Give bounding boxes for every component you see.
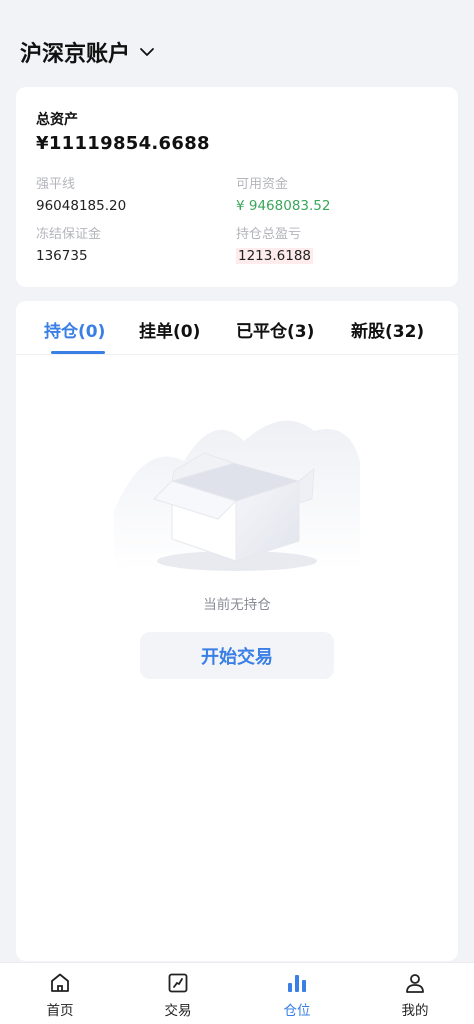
nav-trade-label: 交易 [164,1003,192,1019]
liquidation-value: 96048185.20 [36,198,127,214]
frozen-margin-value: 136735 [36,248,88,264]
active-tab-indicator [51,351,105,354]
available-funds-value: ¥ 9468083.52 [236,198,331,214]
frozen-margin-stat: 冻结保证金 136735 [36,223,101,264]
home-icon [51,973,69,992]
available-funds-label: 可用资金 [236,177,289,192]
nav-positions-label: 仓位 [283,1003,311,1019]
assets-card: 总资产 ¥11119854.6688 强平线 96048185.20 可用资金 … [16,87,458,287]
positions-card: 持仓(0) 挂单(0) 已平仓(3) 新股(32) 当前无持仓 开始交易 [16,301,458,961]
position-pnl-value: 1213.6188 [236,248,314,264]
tab-new-stocks[interactable]: 新股(32) [351,317,424,342]
nav-positions[interactable]: 仓位 [257,971,337,1019]
empty-box-illustration [114,420,360,571]
nav-trade[interactable]: 交易 [138,971,218,1019]
trade-chart-icon [168,973,188,993]
user-icon [406,974,424,993]
account-selector[interactable]: 沪深京账户 [20,36,156,68]
start-trading-button[interactable]: 开始交易 [140,632,334,679]
position-pnl-label: 持仓总盈亏 [236,227,302,242]
nav-mine[interactable]: 我的 [375,971,455,1019]
liquidation-label: 强平线 [36,177,76,192]
bar-chart-icon [288,975,306,992]
nav-home-label: 首页 [46,1003,74,1019]
tab-pending-orders[interactable]: 挂单(0) [139,317,200,342]
total-assets-label: 总资产 [36,112,78,128]
tab-holdings[interactable]: 持仓(0) [44,317,105,342]
nav-mine-label: 我的 [401,1003,429,1019]
nav-home[interactable]: 首页 [20,971,100,1019]
tab-closed-positions[interactable]: 已平仓(3) [236,317,314,342]
bottom-navigation: 首页 交易 仓位 我的 [0,962,474,1024]
positions-tabs: 持仓(0) 挂单(0) 已平仓(3) 新股(32) [16,301,458,355]
account-title: 沪深京账户 [20,42,131,67]
total-assets-value: ¥11119854.6688 [36,133,210,154]
chevron-down-icon [140,48,154,56]
frozen-margin-label: 冻结保证金 [36,227,102,242]
empty-state-message: 当前无持仓 [203,597,271,613]
available-funds-stat: 可用资金 ¥ 9468083.52 [236,173,330,214]
liquidation-stat: 强平线 96048185.20 [36,173,126,214]
position-pnl-stat: 持仓总盈亏 1213.6188 [236,223,314,264]
